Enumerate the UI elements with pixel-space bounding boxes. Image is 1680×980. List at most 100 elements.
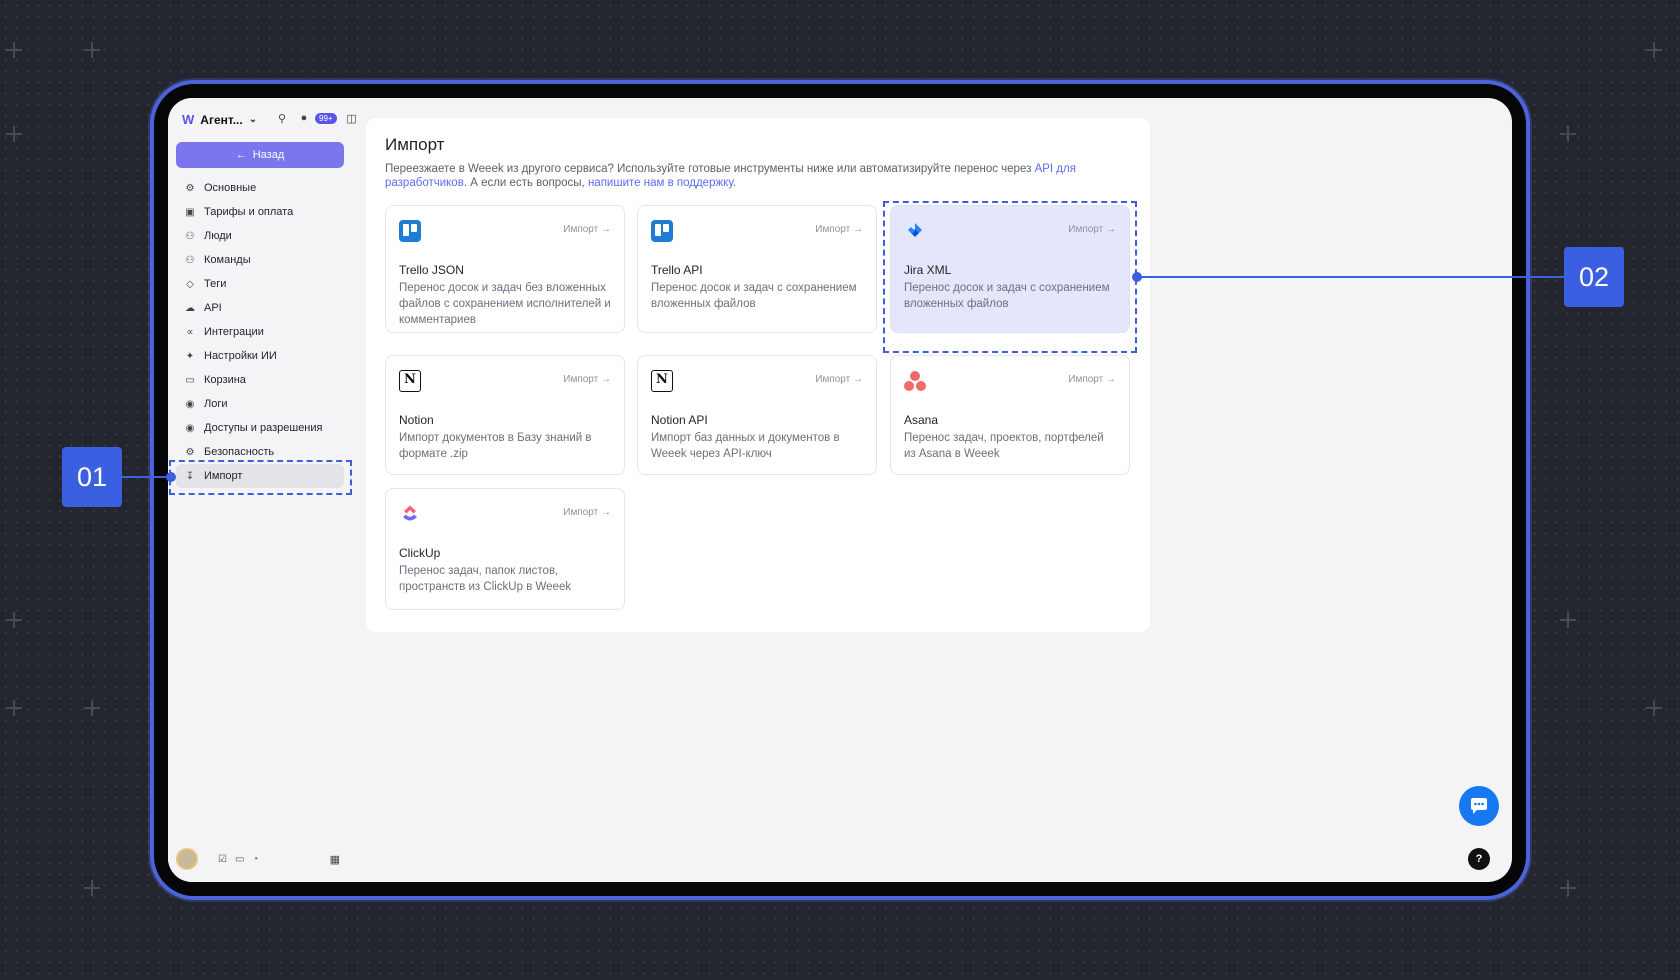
lock-icon: ◉ xyxy=(185,398,195,410)
card-description: Перенос досок и задач без вложенных файл… xyxy=(399,282,611,326)
sidebar-item-people[interactable]: ⚇ Люди xyxy=(176,224,344,248)
card-title: ClickUp xyxy=(399,546,441,560)
search-icon[interactable]: ⚲ xyxy=(275,111,289,125)
tag-icon: ◇ xyxy=(186,278,194,290)
clickup-icon xyxy=(403,505,417,521)
import-card-trello-json[interactable]: Импорт → Trello JSON Перенос досок и зад… xyxy=(385,205,625,333)
import-card-notion[interactable]: N Импорт → Notion Импорт документов в Ба… xyxy=(385,355,625,475)
sidebar-item-logs[interactable]: ◉ Логи xyxy=(176,392,344,416)
card-title: Trello API xyxy=(651,263,703,277)
backdrop-plus-icon xyxy=(84,42,100,58)
import-link[interactable]: Импорт → xyxy=(1068,374,1116,385)
asana-icon xyxy=(904,371,926,391)
trello-icon xyxy=(399,220,421,242)
tasks-check-icon[interactable]: ☑ xyxy=(218,854,227,865)
card-description: Перенос задач, проектов, портфелей из As… xyxy=(904,432,1104,460)
sidebar-top-actions: ⚲ ● 99+ ◫ xyxy=(275,111,359,125)
callout-dot-01 xyxy=(166,472,176,482)
workspace-switcher[interactable]: W Агент... ⌄ xyxy=(182,112,257,127)
sidebar-item-billing[interactable]: ▣ Тарифы и оплата xyxy=(176,200,344,224)
sidebar-item-label: Безопасность xyxy=(204,446,275,458)
callout-line-01 xyxy=(122,476,172,478)
backdrop-plus-icon xyxy=(6,700,22,716)
sidebar-item-label: Люди xyxy=(204,230,232,242)
trash-icon: ▭ xyxy=(185,374,195,386)
back-button[interactable]: ← Назад xyxy=(176,142,344,168)
callout-badge-01: 01 xyxy=(62,447,122,507)
sidebar-item-access[interactable]: ◉ Доступы и разрешения xyxy=(176,416,344,440)
import-link[interactable]: Импорт → xyxy=(815,374,863,385)
import-link[interactable]: Импорт → xyxy=(563,507,611,518)
import-panel: Импорт Переезжаете в Weeek из другого се… xyxy=(366,118,1150,632)
highlight-jira-card xyxy=(883,201,1137,353)
backdrop-plus-icon xyxy=(1560,126,1576,142)
backdrop-plus-icon xyxy=(1646,700,1662,716)
sidebar-item-label: Доступы и разрешения xyxy=(204,422,323,434)
desc-text-2: . А если есть вопросы, xyxy=(463,177,588,189)
sidebar-item-label: Корзина xyxy=(204,374,246,386)
settings-nav: ⚙ Основные ▣ Тарифы и оплата ⚇ Люди ⚇ Команд… xyxy=(176,176,344,488)
card-description: Перенос досок и задач с сохранением влож… xyxy=(651,282,857,310)
page-description: Переезжаете в Weeek из другого сервиса? … xyxy=(385,162,1115,190)
sidebar-item-label: Команды xyxy=(204,254,251,266)
backdrop-plus-icon xyxy=(1560,612,1576,628)
sidebar-item-trash[interactable]: ▭ Корзина xyxy=(176,368,344,392)
workspace-name: Агент... xyxy=(200,112,243,127)
sidebar-item-ai-settings[interactable]: ✦ Настройки ИИ xyxy=(176,344,344,368)
sparkles-icon: ✦ xyxy=(185,350,195,362)
card-description: Импорт документов в Базу знаний в формат… xyxy=(399,432,592,460)
help-button[interactable]: ? xyxy=(1468,848,1490,870)
card-title: Notion xyxy=(399,413,434,427)
sidebar-item-tags[interactable]: ◇ Теги xyxy=(176,272,344,296)
page-title: Импорт xyxy=(385,135,445,154)
callout-dot-02 xyxy=(1132,272,1142,282)
backdrop-plus-icon xyxy=(1646,42,1662,58)
import-link[interactable]: Импорт → xyxy=(563,224,611,235)
docs-icon[interactable]: ▭ xyxy=(235,854,244,865)
import-card-clickup[interactable]: Импорт → ClickUp Перенос задач, папок ли… xyxy=(385,488,625,610)
clock-icon[interactable]: ◔ xyxy=(252,854,258,865)
sidebar-footer: ☑ ▭ ◔ ▦ xyxy=(176,848,344,870)
integrations-icon: ∝ xyxy=(186,326,194,338)
backdrop-plus-icon xyxy=(84,700,100,716)
sidebar-item-integrations[interactable]: ∝ Интеграции xyxy=(176,320,344,344)
backdrop-plus-icon xyxy=(1560,880,1576,896)
credit-card-icon: ▣ xyxy=(185,206,195,218)
card-title: Trello JSON xyxy=(399,263,464,277)
footer-shortcuts: ☑ ▭ ◔ xyxy=(218,854,258,865)
sidebar-item-label: Теги xyxy=(204,278,227,290)
bell-icon[interactable]: ● xyxy=(297,111,311,125)
sidebar-item-teams[interactable]: ⚇ Команды xyxy=(176,248,344,272)
chat-support-button[interactable] xyxy=(1459,786,1499,826)
desc-text-3: . xyxy=(732,177,737,189)
import-link[interactable]: Импорт → xyxy=(563,374,611,385)
sidebar-item-label: Интеграции xyxy=(204,326,264,338)
sidebar-toggle-icon[interactable]: ◫ xyxy=(345,111,359,125)
trello-icon xyxy=(651,220,673,242)
sidebar-item-label: Тарифы и оплата xyxy=(204,206,294,218)
sidebar-item-api[interactable]: ☁ API xyxy=(176,296,344,320)
card-description: Перенос задач, папок листов, пространств… xyxy=(399,565,572,593)
sidebar-item-label: Основные xyxy=(204,182,257,194)
backdrop-plus-icon xyxy=(6,42,22,58)
grid-apps-icon[interactable]: ▦ xyxy=(330,853,340,866)
back-button-label: Назад xyxy=(252,149,285,161)
highlight-import-nav xyxy=(169,460,352,495)
shield-lock-icon: ◉ xyxy=(185,422,195,434)
import-card-notion-api[interactable]: N Импорт → Notion API Импорт баз данных … xyxy=(637,355,877,475)
gear-icon: ⚙ xyxy=(185,182,195,194)
card-title: Notion API xyxy=(651,413,708,427)
import-card-asana[interactable]: Импорт → Asana Перенос задач, проектов, … xyxy=(890,355,1130,475)
sidebar-item-general[interactable]: ⚙ Основные xyxy=(176,176,344,200)
backdrop-plus-icon xyxy=(84,880,100,896)
callout-badge-02: 02 xyxy=(1564,247,1624,307)
people-icon: ⚇ xyxy=(185,230,195,242)
avatar[interactable] xyxy=(176,848,198,870)
support-link[interactable]: напишите нам в поддержку xyxy=(588,177,733,189)
chevron-down-icon: ⌄ xyxy=(248,114,258,125)
import-card-trello-api[interactable]: Импорт → Trello API Перенос досок и зада… xyxy=(637,205,877,333)
import-link[interactable]: Импорт → xyxy=(815,224,863,235)
callout-line-02 xyxy=(1137,276,1565,278)
card-description: Импорт баз данных и документов в Weeek ч… xyxy=(651,432,840,460)
sidebar-item-label: Настройки ИИ xyxy=(204,350,277,362)
